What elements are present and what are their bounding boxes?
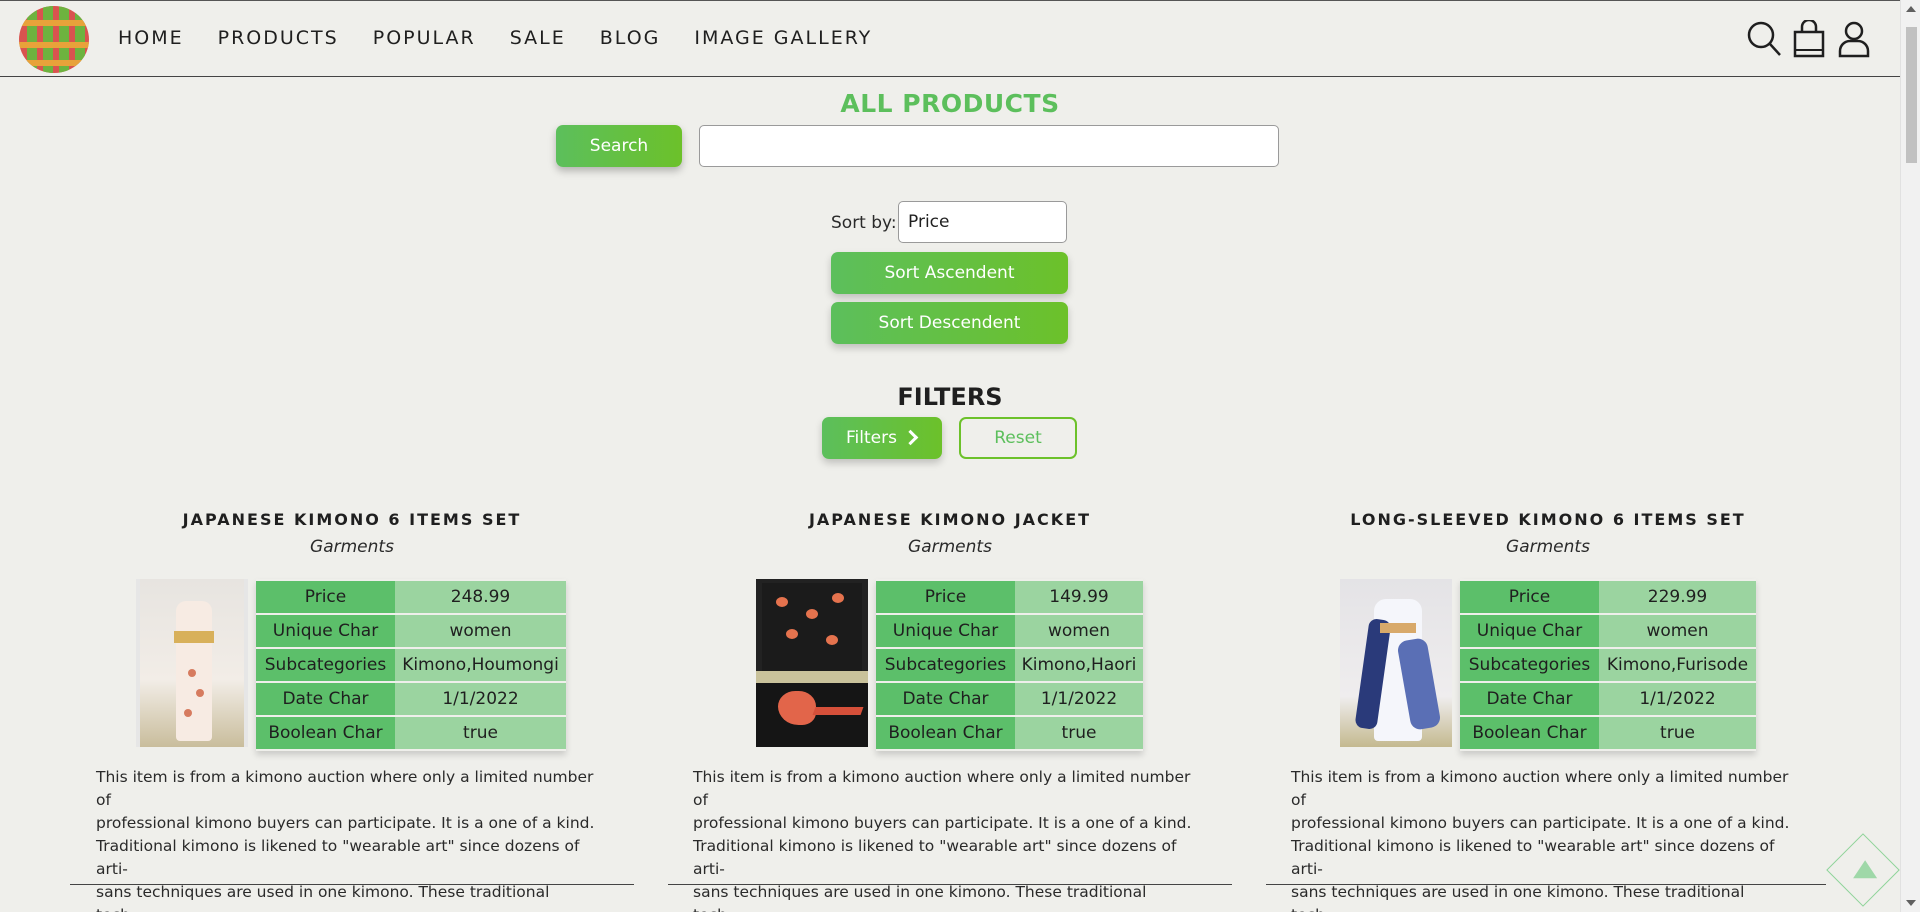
table-row: Date Char 1/1/2022: [256, 683, 566, 715]
sort-descendent-button[interactable]: Sort Descendent: [831, 302, 1068, 344]
page-title: ALL PRODUCTS: [840, 89, 1060, 118]
table-row: Price 248.99: [256, 581, 566, 613]
table-row: Price 229.99: [1460, 581, 1756, 613]
product-image[interactable]: [136, 579, 248, 747]
product-category: Garments: [310, 537, 394, 557]
spec-key: Unique Char: [1460, 615, 1599, 647]
table-row: Unique Char women: [1460, 615, 1756, 647]
table-row: Price 149.99: [876, 581, 1143, 613]
spec-value: women: [395, 615, 566, 647]
nav-products[interactable]: PRODUCTS: [218, 27, 339, 49]
spec-value: 1/1/2022: [395, 683, 566, 715]
nav-sale[interactable]: SALE: [510, 27, 566, 49]
page-scrollbar[interactable]: [1900, 0, 1920, 912]
product-spec-table: Price 149.99 Unique Char women Subcategori…: [876, 579, 1143, 751]
nav-image-gallery[interactable]: IMAGE GALLERY: [694, 27, 872, 49]
site-header: HOME PRODUCTS POPULAR SALE BLOG IMAGE GA…: [0, 0, 1900, 77]
nav-home[interactable]: HOME: [118, 27, 184, 49]
spec-key: Subcategories: [256, 649, 395, 681]
product-category: Garments: [1506, 537, 1590, 557]
table-row: Unique Char women: [876, 615, 1143, 647]
spec-key: Price: [876, 581, 1015, 613]
spec-value: true: [395, 717, 566, 749]
product-card[interactable]: JAPANESE KIMONO JACKET Garments Price 149…: [668, 510, 1232, 912]
product-title[interactable]: LONG-SLEEVED KIMONO 6 ITEMS SET: [1266, 510, 1830, 529]
search-button[interactable]: Search: [556, 125, 682, 167]
spec-value: 229.99: [1599, 581, 1756, 613]
scroll-up-icon[interactable]: [1906, 6, 1916, 12]
header-actions: [1737, 20, 1872, 58]
spec-key: Subcategories: [1460, 649, 1599, 681]
table-row: Date Char 1/1/2022: [1460, 683, 1756, 715]
user-icon[interactable]: [1836, 20, 1872, 58]
shopping-bag-icon[interactable]: [1791, 20, 1827, 58]
product-category: Garments: [908, 537, 992, 557]
spec-key: Boolean Char: [256, 717, 395, 749]
spec-value: Kimono,Haori: [1015, 649, 1143, 681]
spec-value: Kimono,Furisode: [1599, 649, 1756, 681]
product-card[interactable]: JAPANESE KIMONO 6 ITEMS SET Garments Pri…: [70, 510, 634, 912]
table-row: Boolean Char true: [1460, 717, 1756, 749]
scrollbar-thumb[interactable]: [1906, 27, 1917, 163]
table-row: Date Char 1/1/2022: [876, 683, 1143, 715]
spec-value: women: [1599, 615, 1756, 647]
scroll-down-icon[interactable]: [1906, 900, 1916, 906]
product-description: This item is from a kimono auction where…: [96, 768, 595, 912]
spec-key: Unique Char: [256, 615, 395, 647]
site-logo[interactable]: [19, 6, 89, 73]
table-row: Unique Char women: [256, 615, 566, 647]
back-to-top-button[interactable]: [1826, 833, 1900, 907]
table-row: Boolean Char true: [256, 717, 566, 749]
product-title[interactable]: JAPANESE KIMONO 6 ITEMS SET: [70, 510, 634, 529]
spec-key: Boolean Char: [1460, 717, 1599, 749]
search-icon[interactable]: [1746, 20, 1782, 58]
spec-key: Price: [1460, 581, 1599, 613]
product-card[interactable]: LONG-SLEEVED KIMONO 6 ITEMS SET Garments…: [1266, 510, 1830, 912]
spec-value: true: [1599, 717, 1756, 749]
nav-popular[interactable]: POPULAR: [373, 27, 476, 49]
spec-value: Kimono,Houmongi: [395, 649, 566, 681]
arrow-up-icon: [1853, 860, 1878, 879]
spec-key: Price: [256, 581, 395, 613]
spec-key: Boolean Char: [876, 717, 1015, 749]
spec-key: Date Char: [1460, 683, 1599, 715]
filters-button[interactable]: Filters: [822, 417, 942, 459]
spec-key: Subcategories: [876, 649, 1015, 681]
spec-value: 1/1/2022: [1599, 683, 1756, 715]
spec-value: 149.99: [1015, 581, 1143, 613]
product-divider: [668, 884, 1232, 885]
spec-key: Date Char: [256, 683, 395, 715]
spec-key: Date Char: [876, 683, 1015, 715]
spec-value: women: [1015, 615, 1143, 647]
product-spec-table: Price 248.99 Unique Char women Subcategori…: [256, 579, 566, 751]
sort-ascendent-button[interactable]: Sort Ascendent: [831, 252, 1068, 294]
product-spec-table: Price 229.99 Unique Char women Subcategori…: [1460, 579, 1756, 751]
search-input[interactable]: [699, 125, 1279, 167]
table-row: Boolean Char true: [876, 717, 1143, 749]
spec-key: Unique Char: [876, 615, 1015, 647]
filters-heading: FILTERS: [897, 383, 1003, 411]
product-image[interactable]: [756, 579, 868, 747]
nav-blog[interactable]: BLOG: [600, 27, 661, 49]
product-divider: [1266, 884, 1826, 885]
product-image[interactable]: [1340, 579, 1452, 747]
sort-label: Sort by:: [831, 213, 897, 233]
product-title[interactable]: JAPANESE KIMONO JACKET: [668, 510, 1232, 529]
spec-value: true: [1015, 717, 1143, 749]
table-row: Subcategories Kimono,Furisode: [1460, 649, 1756, 681]
main-nav: HOME PRODUCTS POPULAR SALE BLOG IMAGE GA…: [118, 27, 906, 49]
product-description: This item is from a kimono auction where…: [1291, 768, 1790, 912]
product-divider: [70, 884, 634, 885]
filters-button-label: Filters: [846, 428, 897, 448]
product-description: This item is from a kimono auction where…: [693, 768, 1192, 912]
table-row: Subcategories Kimono,Haori: [876, 649, 1143, 681]
spec-value: 1/1/2022: [1015, 683, 1143, 715]
table-row: Subcategories Kimono,Houmongi: [256, 649, 566, 681]
spec-value: 248.99: [395, 581, 566, 613]
reset-button[interactable]: Reset: [959, 417, 1077, 459]
sort-select[interactable]: Price: [898, 201, 1067, 243]
chevron-right-icon: [902, 429, 919, 446]
